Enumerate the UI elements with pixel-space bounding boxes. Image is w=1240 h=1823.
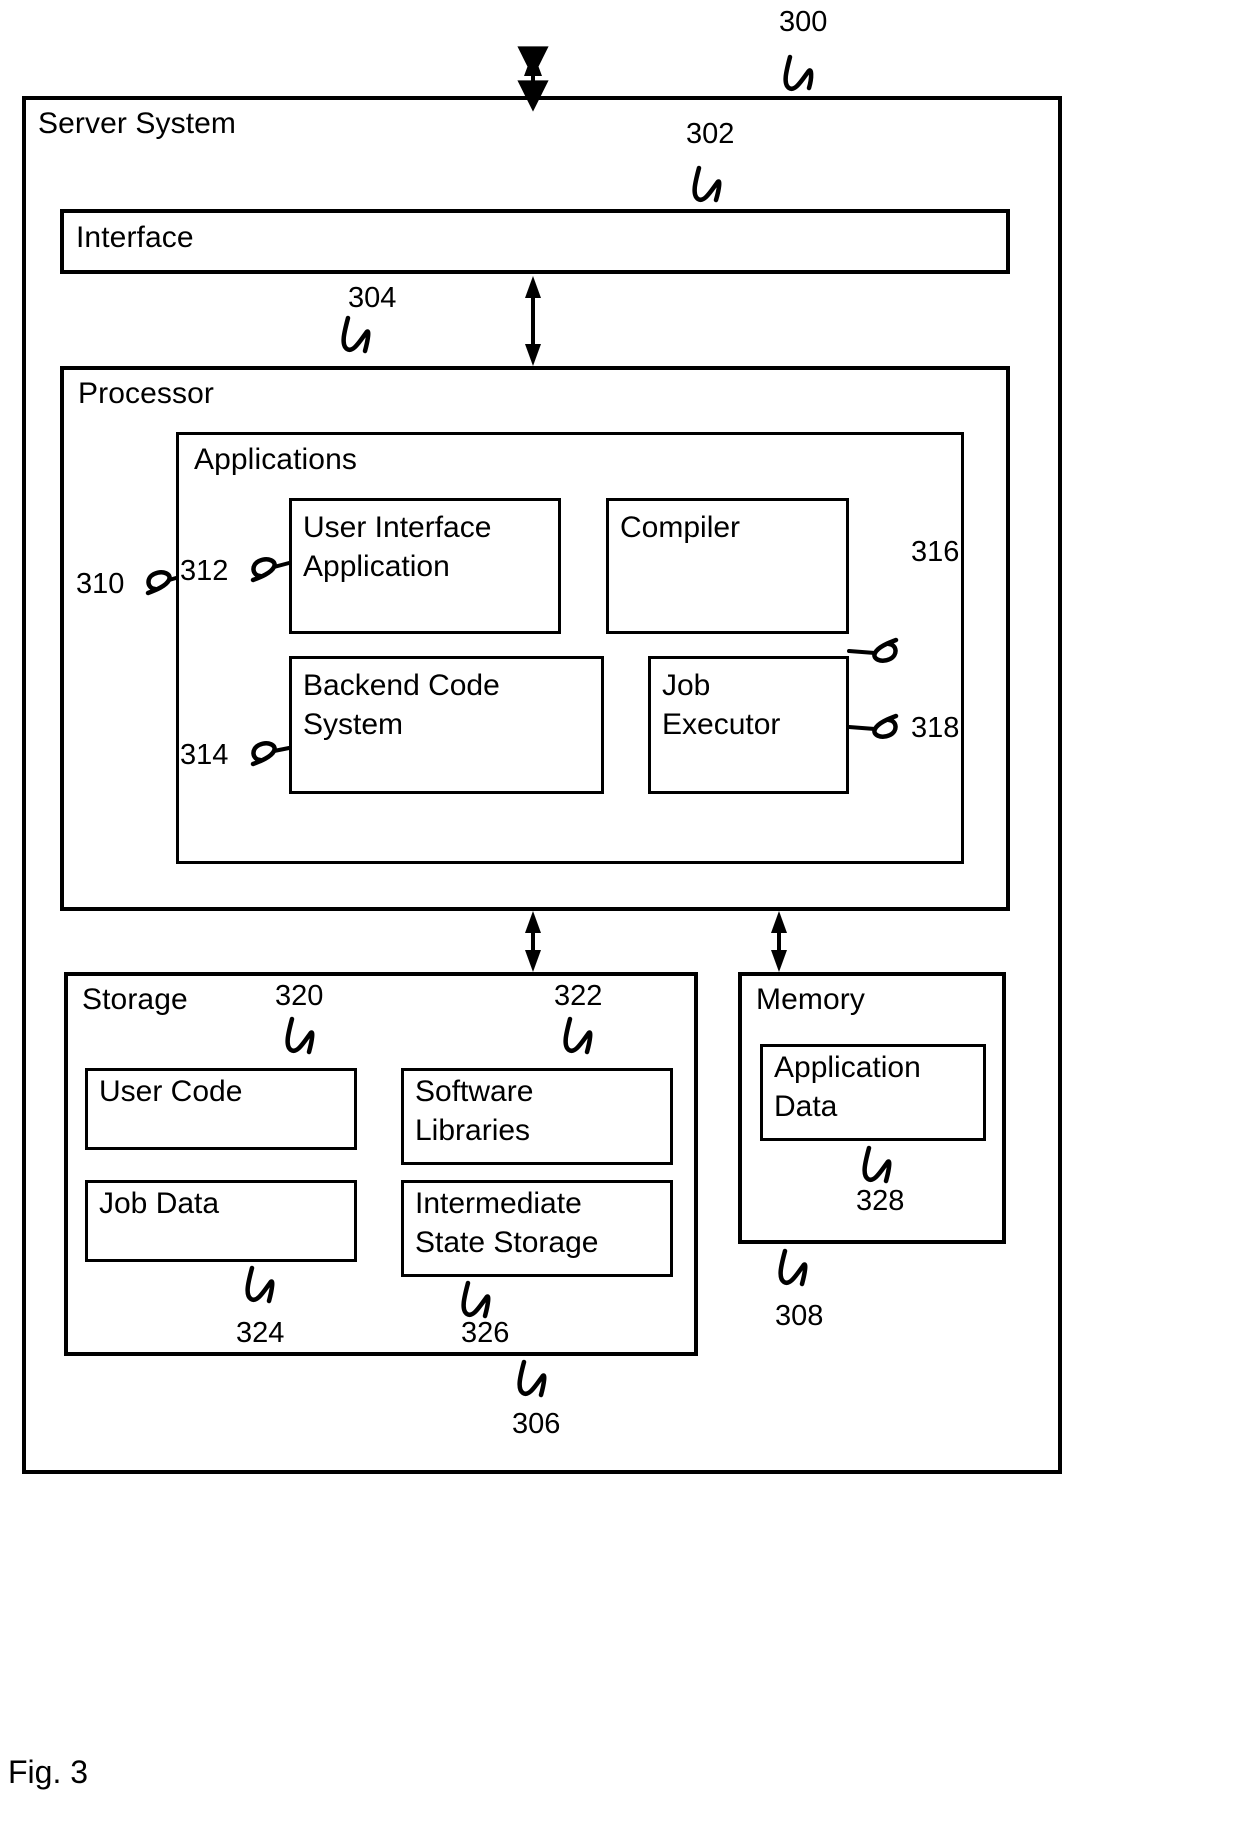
job-data-label: Job Data — [99, 1187, 220, 1220]
user-interface-application-label: User Interface Application — [303, 511, 492, 583]
software-libraries-label: Software Libraries — [415, 1075, 534, 1147]
ref-326: 326 — [461, 1317, 510, 1349]
processor-label: Processor — [78, 377, 214, 410]
ref-300: 300 — [779, 6, 828, 38]
compiler-label: Compiler — [620, 511, 741, 544]
arrow-top-double — [525, 52, 541, 96]
ref-312: 312 — [180, 555, 229, 587]
ref-306: 306 — [512, 1408, 561, 1440]
ref-328: 328 — [856, 1185, 905, 1217]
interface-box — [60, 209, 1010, 274]
memory-label: Memory — [756, 983, 865, 1016]
applications-label: Applications — [194, 443, 357, 476]
server-system-label: Server System — [38, 107, 237, 140]
ref-318: 318 — [911, 712, 960, 744]
ref-310: 310 — [76, 568, 125, 600]
ref-308: 308 — [775, 1300, 824, 1332]
ref-304: 304 — [348, 282, 397, 314]
ref-324: 324 — [236, 1317, 285, 1349]
ref-322: 322 — [554, 980, 603, 1012]
ref-302: 302 — [686, 118, 735, 150]
storage-label: Storage — [82, 983, 188, 1016]
figure-canvas: Server System Interface Processor Applic… — [0, 0, 1240, 1823]
application-data-label: Application Data — [774, 1051, 921, 1123]
interface-label: Interface — [76, 221, 194, 254]
ref-316: 316 — [911, 536, 960, 568]
ref-320: 320 — [275, 980, 324, 1012]
ref-314: 314 — [180, 739, 229, 771]
figure-caption: Fig. 3 — [8, 1754, 89, 1790]
intermediate-state-storage-label: Intermediate State Storage — [415, 1187, 599, 1259]
backend-code-system-label: Backend Code System — [303, 669, 500, 741]
job-executor-label: Job Executor — [662, 669, 781, 741]
applications-box — [176, 432, 964, 864]
arrow-external-to-interface — [517, 46, 549, 112]
leader-300 — [783, 54, 814, 91]
user-code-label: User Code — [99, 1075, 243, 1108]
